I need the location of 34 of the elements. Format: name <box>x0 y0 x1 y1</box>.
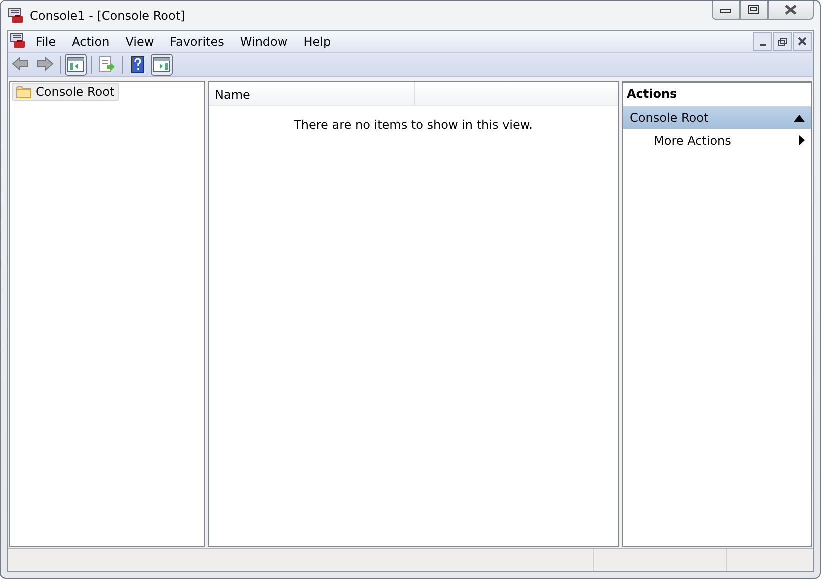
menu-item[interactable]: Help <box>296 34 340 48</box>
pane-icon[interactable] <box>153 56 171 74</box>
menu-item[interactable]: Favorites <box>162 34 232 48</box>
console-icon <box>8 8 24 24</box>
export-list-icon[interactable] <box>98 56 116 74</box>
minimize-button[interactable] <box>712 1 740 20</box>
menu-item[interactable]: Action <box>64 34 118 48</box>
forward-arrow-icon[interactable] <box>36 56 54 74</box>
maximize-icon <box>748 5 760 15</box>
minimize-icon <box>760 44 766 46</box>
pane-icon[interactable] <box>67 56 85 74</box>
back-arrow-icon[interactable] <box>12 56 30 74</box>
action-section-header[interactable]: Console Root <box>623 107 811 129</box>
menu-item[interactable]: Window <box>232 34 296 48</box>
menu-item[interactable]: File <box>28 34 64 48</box>
window-title: Console1 - [Console Root] <box>30 8 186 22</box>
folder-icon <box>16 85 32 99</box>
tree-item-label: Console Root <box>36 85 115 99</box>
empty-message: There are no items to show in this view. <box>293 118 534 132</box>
close-icon <box>784 5 798 15</box>
action-label: More Actions <box>654 134 732 148</box>
menu-item[interactable]: View <box>118 34 162 48</box>
close-button[interactable] <box>768 1 814 20</box>
action-item[interactable]: More Actions <box>623 129 811 152</box>
close-icon <box>798 37 807 46</box>
restore-icon <box>778 38 787 46</box>
tree-item[interactable]: Console Root <box>12 83 119 101</box>
help-icon[interactable] <box>129 56 147 74</box>
maximize-button[interactable] <box>740 1 768 20</box>
close-button[interactable] <box>793 32 812 51</box>
restore-button[interactable] <box>773 32 792 51</box>
console-icon[interactable] <box>10 32 28 50</box>
minimize-button[interactable] <box>753 32 772 51</box>
section-title: Console Root <box>630 111 709 125</box>
